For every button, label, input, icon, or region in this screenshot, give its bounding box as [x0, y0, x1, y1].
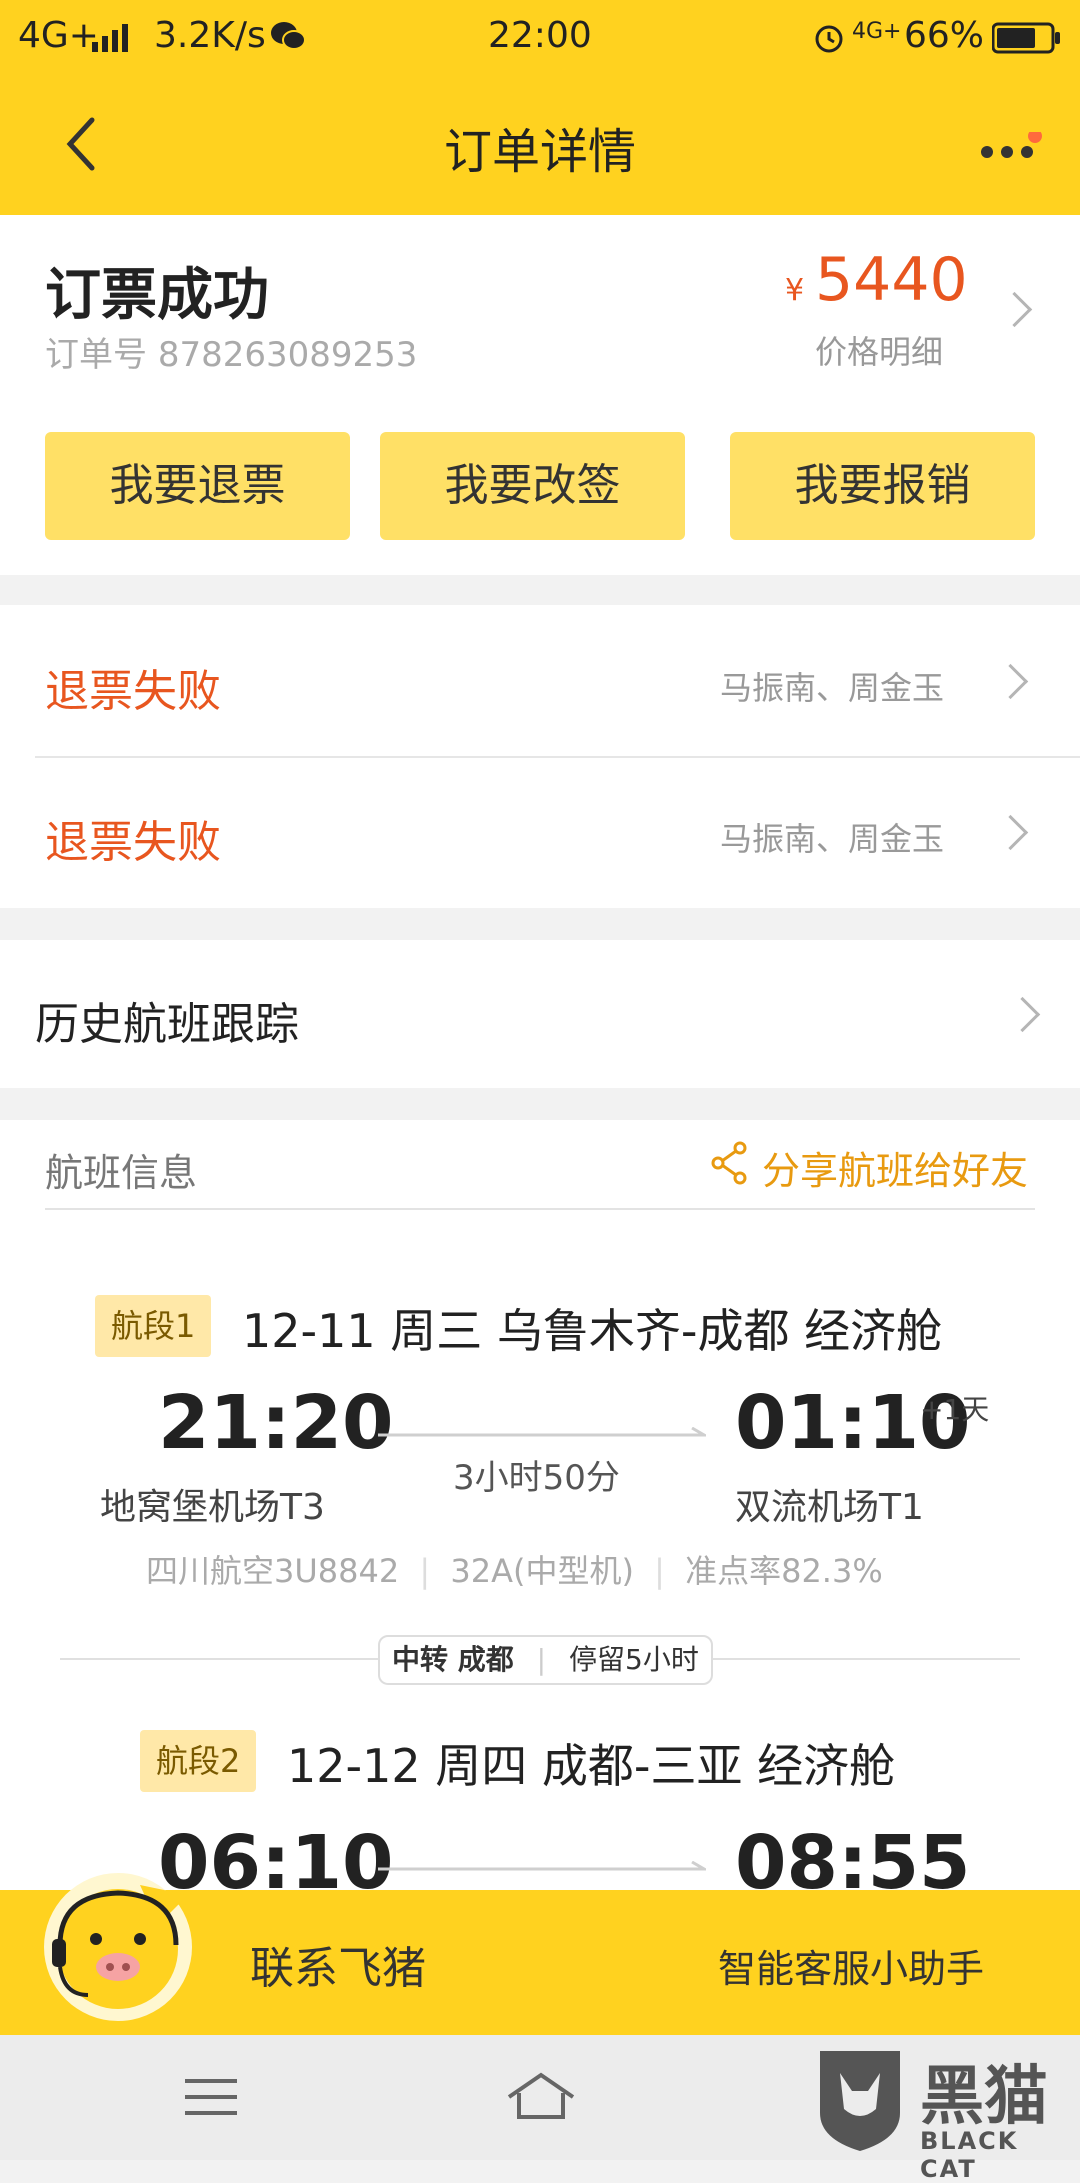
refund-button[interactable]: 我要退票 [45, 432, 350, 540]
system-navigation-bar: 黑猫 BLACK CAT [0, 2035, 1080, 2183]
alarm-icon [812, 20, 846, 54]
clock: 22:00 [488, 15, 592, 56]
black-cat-logo-icon [810, 2043, 910, 2153]
segment-badge: 航段1 [95, 1295, 212, 1357]
chevron-right-icon [992, 814, 1029, 851]
wechat-icon [270, 20, 306, 52]
navigation-bar: 订单详情 [0, 72, 1080, 215]
refund-row[interactable]: 退票失败 马振南、周金玉 [0, 605, 1080, 756]
flight-arrow [378, 1860, 710, 1874]
share-flight-link[interactable]: 分享航班给好友 [762, 1140, 1028, 1195]
signal-icon [92, 24, 132, 52]
watermark-cn: 黑猫 [920, 2060, 1048, 2134]
segment-badge: 航段2 [140, 1730, 257, 1792]
order-price[interactable]: 5440 [815, 245, 968, 315]
network-speed: 3.2K/s [154, 15, 266, 56]
refund-passengers: 马振南、周金玉 [720, 669, 945, 707]
watermark-en: BLACK CAT [920, 2127, 1019, 2183]
menu-icon[interactable] [185, 2075, 237, 2119]
reimburse-button[interactable]: 我要报销 [730, 432, 1035, 540]
airline-flight: 四川航空3U8842 [146, 1552, 400, 1590]
refund-status-card: 退票失败 马振南、周金玉 退票失败 马振南、周金玉 [0, 605, 1080, 908]
refund-passengers: 马振南、周金玉 [720, 820, 945, 858]
transfer-tag: 中转 成都 | 停留5小时 [378, 1635, 713, 1685]
history-tracking-row[interactable]: 历史航班跟踪 [0, 940, 1080, 1088]
flight-info-label: 航班信息 [45, 1151, 198, 1195]
order-number: 订单号 878263089253 [45, 327, 417, 376]
more-icon[interactable] [975, 129, 1045, 162]
home-icon[interactable] [505, 2071, 577, 2123]
status-bar: 4G+ 3.2K/s 22:00 4G+ 66% [0, 0, 1080, 72]
contact-fliggy-label[interactable]: 联系飞猪 [250, 1932, 426, 1996]
top-header: 4G+ 3.2K/s 22:00 4G+ 66% 订单详情 [0, 0, 1080, 215]
order-status: 订票成功 [45, 263, 269, 328]
next-day-flag: +1天 [920, 1393, 990, 1426]
aircraft-type: 32A(中型机) [450, 1552, 634, 1590]
change-button[interactable]: 我要改签 [380, 432, 685, 540]
arrival-airport: 双流机场T1 [735, 1487, 924, 1528]
transfer-stay: 停留5小时 [569, 1643, 699, 1676]
chevron-right-icon [992, 663, 1029, 700]
fliggy-mascot-icon[interactable] [40, 1865, 196, 2021]
order-summary-card: 订票成功 订单号 878263089253 ¥ 5440 价格明细 我要退票 我… [0, 215, 1080, 575]
history-label: 历史航班跟踪 [35, 999, 299, 1050]
departure-time: 21:20 [158, 1380, 394, 1466]
segment-title: 12-11 周三 乌鲁木齐-成都 经济舱 [242, 1304, 943, 1358]
order-number-value: 878263089253 [157, 335, 418, 375]
chevron-right-icon [1004, 996, 1041, 1033]
flight-duration: 3小时50分 [453, 1458, 620, 1498]
network-indicator: 4G+ [18, 15, 99, 56]
chevron-right-icon[interactable] [996, 291, 1033, 328]
refund-status: 退票失败 [45, 666, 221, 717]
transfer-city: 中转 成都 [392, 1643, 514, 1676]
ontime-rate: 准点率82.3% [685, 1552, 883, 1590]
refund-row[interactable]: 退票失败 马振南、周金玉 [0, 758, 1080, 908]
share-icon[interactable] [710, 1140, 770, 1186]
order-number-label: 订单号 [45, 335, 147, 375]
departure-airport: 地窝堡机场T3 [100, 1487, 325, 1528]
flight-details: 四川航空3U8842 | 32A(中型机) | 准点率82.3% [146, 1552, 883, 1590]
page-title: 订单详情 [443, 124, 636, 180]
flight-arrow [378, 1426, 710, 1440]
smart-assistant-label[interactable]: 智能客服小助手 [718, 1938, 984, 1993]
contact-bar[interactable]: 联系飞猪 智能客服小助手 [0, 1873, 1080, 2035]
network-indicator-2: 4G+ [852, 19, 902, 44]
segment-title: 12-12 周四 成都-三亚 经济舱 [287, 1739, 896, 1793]
currency-symbol: ¥ [785, 273, 805, 308]
refund-status: 退票失败 [45, 817, 221, 868]
price-detail-link[interactable]: 价格明细 [815, 327, 943, 373]
battery-percent: 66% [904, 15, 985, 56]
flight-info-card: 航班信息 分享航班给好友 航段1 12-11 周三 乌鲁木齐-成都 经济舱 21… [0, 1120, 1080, 1906]
divider [45, 1208, 1035, 1210]
battery-icon [991, 22, 1062, 54]
